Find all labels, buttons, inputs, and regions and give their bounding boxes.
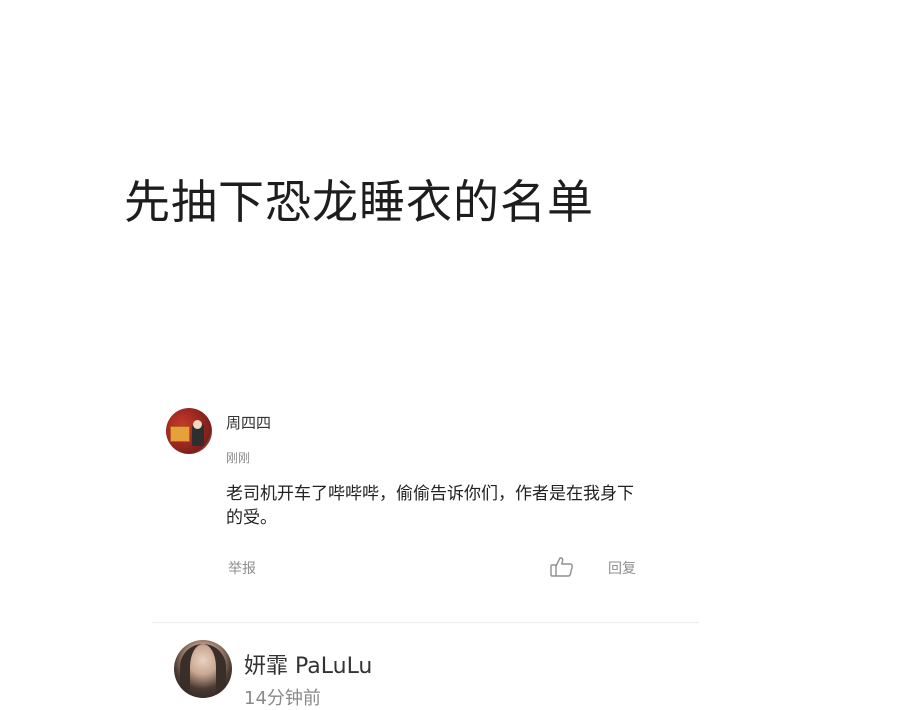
report-button[interactable]: 举报 — [228, 558, 256, 578]
comment-timestamp: 刚刚 — [226, 451, 251, 465]
comment-username[interactable]: 妍霏 PaLuLu — [244, 648, 372, 680]
avatar[interactable] — [174, 640, 232, 698]
avatar-image-detail — [170, 426, 190, 442]
comment-item: 妍霏 PaLuLu 14分钟前 — [174, 640, 674, 710]
avatar-image-detail — [193, 420, 202, 429]
reply-button[interactable]: 回复 — [608, 558, 636, 578]
comment-divider — [152, 622, 699, 623]
comment-username[interactable]: 周四四 — [226, 412, 271, 433]
avatar-image-detail — [180, 644, 226, 698]
comment-timestamp: 14分钟前 — [244, 688, 321, 709]
comment-actions: 举报 回复 — [228, 556, 648, 580]
avatar[interactable] — [166, 408, 212, 454]
comment-text: 老司机开车了哔哔哔，偷偷告诉你们，作者是在我身下的受。 — [226, 484, 634, 528]
thumbs-up-icon[interactable] — [550, 556, 574, 578]
post-headline: 先抽下恐龙睡衣的名单 — [124, 175, 594, 229]
